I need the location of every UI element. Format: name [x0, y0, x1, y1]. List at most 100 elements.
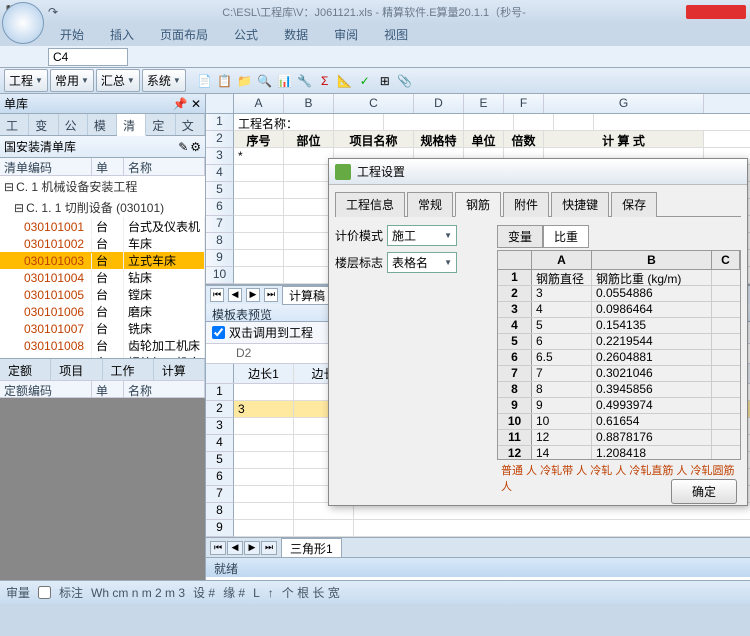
foot-edge[interactable]: 缘 # — [223, 584, 245, 601]
cell[interactable]: 单位 — [464, 131, 504, 147]
dblclick-use-checkbox[interactable] — [212, 326, 225, 339]
row-header[interactable]: 5 — [206, 182, 234, 199]
sheet-tab-triangle[interactable]: 三角形1 — [281, 538, 342, 558]
calc-row-header[interactable]: 3 — [206, 418, 234, 435]
cell[interactable] — [234, 216, 284, 232]
col-header[interactable]: A — [234, 94, 284, 113]
calc-col-1[interactable]: 边长1 — [234, 364, 294, 383]
row-header[interactable]: 3 — [206, 148, 234, 165]
collapse-icon[interactable]: ⊟ — [14, 201, 24, 215]
close-icon[interactable]: ✕ — [191, 97, 201, 111]
cell[interactable] — [284, 216, 334, 232]
tool-drop-project[interactable]: 工程▼ — [4, 69, 48, 92]
foot-annotate[interactable]: 标注 — [59, 584, 83, 601]
calc-cell[interactable] — [234, 469, 294, 485]
cell[interactable] — [514, 114, 554, 130]
ltab-quota[interactable]: 定额 — [146, 114, 175, 135]
col-header[interactable]: D — [414, 94, 464, 113]
cell[interactable]: 项目名称 — [334, 131, 414, 147]
cell[interactable]: 计 算 式 — [544, 131, 704, 147]
cell[interactable]: 工程名称： — [234, 114, 334, 130]
tool-icon-check[interactable]: ✓ — [356, 72, 374, 90]
collapse-icon[interactable]: ⊟ — [4, 180, 14, 194]
tool-drop-common[interactable]: 常用▼ — [50, 69, 94, 92]
row-header[interactable]: 4 — [206, 165, 234, 182]
tool-drop-system[interactable]: 系统▼ — [142, 69, 186, 92]
tool-drop-summary[interactable]: 汇总▼ — [96, 69, 140, 92]
calc-cell[interactable] — [234, 520, 294, 536]
nav-last-icon[interactable]: ⏭ — [264, 288, 278, 302]
tree-row[interactable]: 030101001台台式及仪表机 — [0, 218, 205, 235]
lib-config-icon[interactable]: ⚙ — [190, 140, 201, 154]
cell[interactable] — [234, 165, 284, 181]
cell[interactable] — [594, 114, 750, 130]
tree-row[interactable]: 030101007台铣床 — [0, 320, 205, 337]
nav-prev-icon[interactable]: ◀ — [228, 288, 242, 302]
tree-row[interactable]: 030101002台车床 — [0, 235, 205, 252]
calc-cell[interactable] — [234, 452, 294, 468]
cell[interactable] — [284, 182, 334, 198]
tree-row[interactable]: 030101005台镗床 — [0, 286, 205, 303]
tree-cat-2[interactable]: ⊟C. 1. 1 切削设备 (030101) — [0, 197, 205, 218]
tool-icon-sigma[interactable]: Σ — [316, 72, 334, 90]
col-header[interactable]: B — [284, 94, 334, 113]
rtab-weight[interactable]: 比重 — [543, 225, 589, 248]
cell[interactable]: 规格特征 — [414, 131, 464, 147]
grid-data-row[interactable]: 11120.8878176 — [498, 430, 740, 446]
grid-corner[interactable] — [498, 251, 532, 269]
tool-icon-1[interactable]: 📄 — [196, 72, 214, 90]
dtab-general[interactable]: 常规 — [407, 192, 453, 217]
tool-icon-4[interactable]: 🔍 — [256, 72, 274, 90]
tree-cat-1[interactable]: ⊟C. 1 机械设备安装工程 — [0, 176, 205, 197]
ribbon-tab-home[interactable]: 开始 — [48, 23, 96, 46]
calc-row-header[interactable]: 8 — [206, 503, 234, 520]
col-unit[interactable]: 单位 — [92, 158, 124, 175]
calc-cell[interactable] — [234, 384, 294, 400]
calc-row-header[interactable]: 6 — [206, 469, 234, 486]
floor-mark-combo[interactable]: 表格名▼ — [387, 252, 457, 273]
col2-name[interactable]: 名称 — [124, 381, 205, 397]
cell[interactable] — [234, 233, 284, 249]
calc-tab[interactable]: 计算稿 — [282, 286, 332, 305]
foot-L[interactable]: L — [253, 586, 260, 600]
pin-icon[interactable]: 📌 — [173, 97, 188, 111]
ribbon-tab-review[interactable]: 审阅 — [322, 23, 370, 46]
calc-cell[interactable] — [234, 503, 294, 519]
nav-next-icon[interactable]: ▶ — [246, 288, 260, 302]
btab-work[interactable]: 工作内容 — [103, 359, 154, 380]
calc-row-header[interactable]: 1 — [206, 384, 234, 401]
name-box[interactable]: C4 — [48, 48, 128, 66]
btab-features[interactable]: 项目特征 — [51, 359, 102, 380]
row-header[interactable]: 2 — [206, 131, 234, 148]
redo-icon[interactable]: ↷ — [44, 3, 62, 21]
calc-row-header[interactable]: 7 — [206, 486, 234, 503]
grid-data-row[interactable]: 12141.208418 — [498, 446, 740, 460]
calc-row-header[interactable]: 2 — [206, 401, 234, 418]
ribbon-tab-view[interactable]: 视图 — [372, 23, 420, 46]
cell[interactable] — [284, 148, 334, 164]
tree-row[interactable]: 030101004台钻床 — [0, 269, 205, 286]
tool-icon-2[interactable]: 📋 — [216, 72, 234, 90]
row-header[interactable]: 1 — [206, 114, 234, 131]
foot-up-icon[interactable]: ↑ — [268, 586, 274, 600]
dtab-rebar[interactable]: 钢筋 — [455, 192, 501, 217]
ltab-list[interactable]: 清单 — [117, 114, 146, 136]
ltab-template[interactable]: 模板 — [88, 114, 117, 135]
calc-cell[interactable] — [234, 486, 294, 502]
grid-data-row[interactable]: 990.4993974 — [498, 398, 740, 414]
ltab-text[interactable]: 文字 — [176, 114, 205, 135]
col-header[interactable]: F — [504, 94, 544, 113]
cell[interactable] — [234, 182, 284, 198]
cell[interactable] — [284, 250, 334, 266]
grid-col-c[interactable]: C — [712, 251, 740, 269]
grid-col-b[interactable]: B — [592, 251, 712, 269]
foot-review[interactable]: 审量 — [6, 584, 30, 601]
row-header[interactable]: 8 — [206, 233, 234, 250]
tool-icon-8[interactable]: ⊞ — [376, 72, 394, 90]
row-header[interactable]: 9 — [206, 250, 234, 267]
cell[interactable] — [554, 114, 594, 130]
tree-row[interactable]: 030101006台磨床 — [0, 303, 205, 320]
btab-quota-guide[interactable]: 定额指引 — [0, 359, 51, 380]
ok-button[interactable]: 确定 — [671, 479, 737, 504]
calc-cell[interactable] — [234, 418, 294, 434]
